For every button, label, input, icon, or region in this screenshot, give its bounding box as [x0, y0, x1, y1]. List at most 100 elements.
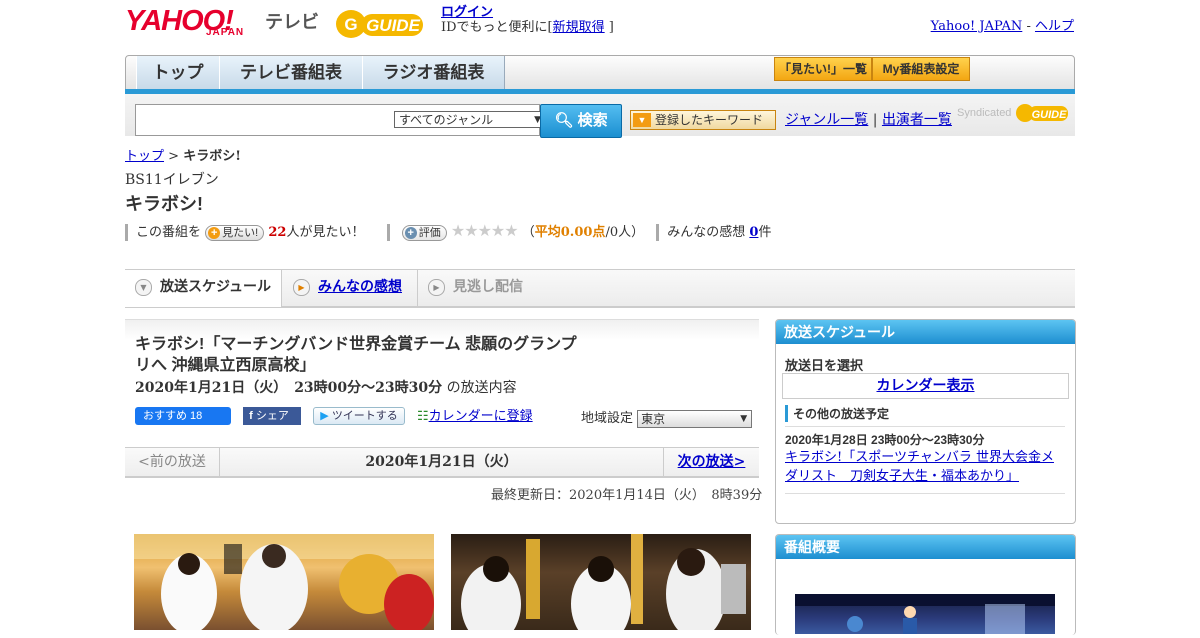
- channel-name: BS11イレブン: [125, 172, 219, 188]
- gguide-small-logo: GUIDE: [1015, 104, 1068, 122]
- region-select[interactable]: 東京 ▼: [637, 409, 753, 428]
- login-block: ログイン IDでもっと便利に[新規取得 ]: [441, 5, 614, 35]
- nav-tab-top[interactable]: トップ: [136, 56, 220, 90]
- stats-divider: [656, 224, 660, 241]
- prev-broadcast[interactable]: <前の放送: [125, 448, 220, 476]
- episode-panel: キラボシ!「マーチングバンド世界金賞チーム 悲願のグランプリへ 沖縄県立西原高校…: [125, 319, 759, 444]
- rating-people: /0人）: [605, 225, 645, 240]
- stats-divider: [386, 224, 390, 241]
- rate-label: 評価: [418, 226, 441, 239]
- tab-schedule-label: 放送スケジュール: [159, 279, 272, 295]
- mitai-count-suffix: 人が見たい！: [286, 225, 365, 240]
- plus-icon: +: [404, 226, 417, 239]
- tab-missed[interactable]: ▶ 見逃し配信: [417, 270, 548, 306]
- impressions-suffix: 件: [758, 225, 772, 240]
- arrow-down-icon: ▼: [633, 113, 651, 127]
- overview-image: [795, 594, 1055, 634]
- divider: [785, 493, 1065, 494]
- other-broadcast-time: 2020年1月28日 23時00分～23時30分: [785, 433, 985, 447]
- yahoo-japan-link[interactable]: Yahoo! JAPAN: [931, 19, 1023, 34]
- twitter-icon: ▶︎: [320, 410, 329, 422]
- mitai-count: 22: [268, 225, 287, 240]
- facebook-share-button[interactable]: f シェア: [243, 407, 302, 425]
- schedule-sidebar: 放送スケジュール 放送日を選択 カレンダー表示 その他の放送予定 2020年1月…: [775, 319, 1076, 524]
- search-links: ジャンル一覧 | 出演者一覧: [785, 109, 952, 129]
- tab-schedule[interactable]: ▼ 放送スケジュール: [125, 270, 282, 307]
- rate-button[interactable]: + 評価: [401, 224, 447, 241]
- tv-label: テレビ: [265, 12, 319, 32]
- breadcrumb-top[interactable]: トップ: [125, 149, 164, 164]
- current-broadcast-date: 2020年1月21日（火）: [365, 454, 518, 470]
- other-broadcast-item: 2020年1月28日 23時00分～23時30分 キラボシ!「スポーツチャンバラ…: [785, 426, 1065, 486]
- syndicated-label: Syndicated GUIDE: [957, 102, 1070, 124]
- next-broadcast[interactable]: 次の放送>: [663, 448, 759, 476]
- region-setting: 地域設定 東京 ▼: [581, 407, 753, 428]
- program-stats: この番組を + 見たい! 22人が見たい！ + 評価 ★★★★★ （平均0.00点/…: [125, 221, 771, 241]
- login-sub-prefix: IDでもっと便利に[: [441, 20, 553, 35]
- tweet-button[interactable]: ▶︎ ツイートする: [313, 407, 405, 425]
- overview-sidebar: 番組概要: [775, 534, 1076, 635]
- top-right-sep: -: [1026, 19, 1031, 34]
- select-date-label: 放送日を選択: [785, 358, 864, 373]
- genre-select[interactable]: すべてのジャンル ▼: [394, 111, 546, 128]
- top-right-links: Yahoo! JAPAN - ヘルプ: [931, 15, 1074, 34]
- login-sub-suffix: ]: [608, 20, 614, 35]
- calendar-icon: ☷: [416, 408, 429, 423]
- mitai-button[interactable]: + 見たい!: [205, 224, 265, 241]
- signup-link[interactable]: 新規取得: [553, 20, 605, 35]
- calendar-display-link[interactable]: カレンダー表示: [877, 378, 975, 394]
- average-rating: 平均0.00点: [534, 225, 606, 240]
- registered-keyword-button[interactable]: ▼ 登録したキーワード: [630, 110, 776, 130]
- schedule-sidebar-head: 放送スケジュール: [776, 320, 1075, 344]
- play-icon: ▶: [428, 278, 445, 296]
- facebook-share-label: シェア: [255, 410, 289, 422]
- nav-tab-tv[interactable]: テレビ番組表: [219, 56, 363, 90]
- yahoo-japan-sublogo: JAPAN: [206, 27, 245, 38]
- facebook-recommend-button[interactable]: おすすめ 18: [135, 407, 231, 425]
- calendar-register-link[interactable]: カレンダーに登録: [429, 408, 533, 423]
- nav-tab-radio[interactable]: ラジオ番組表: [362, 56, 505, 90]
- episode-time-value: 2020年1月21日（火） 23時00分～23時30分: [135, 380, 443, 396]
- stats-divider: [125, 224, 128, 241]
- mitai-list-button[interactable]: 「見たい!」一覧: [774, 57, 872, 81]
- help-link[interactable]: ヘルプ: [1035, 19, 1074, 34]
- mitai-label: 見たい!: [222, 226, 259, 239]
- login-link[interactable]: ログイン: [441, 5, 493, 20]
- search-icon: 🔍︎: [554, 112, 574, 129]
- gguide-text: GUIDE: [366, 16, 421, 35]
- episode-time: 2020年1月21日（火） 23時00分～23時30分 の放送内容: [135, 377, 517, 397]
- performer-list-link[interactable]: 出演者一覧: [882, 112, 952, 128]
- region-value: 東京: [641, 411, 666, 426]
- tab-impressions-label[interactable]: みんなの感想: [318, 279, 402, 295]
- breadcrumb-current: キラボシ!: [183, 149, 241, 164]
- chevron-down-icon: ▼: [134, 278, 152, 296]
- social-buttons: おすすめ 18 f シェア ▶︎ ツイートする ☷カレンダーに登録: [135, 407, 541, 425]
- region-label: 地域設定: [581, 411, 634, 426]
- play-icon: ▶: [293, 278, 310, 296]
- calendar-register[interactable]: ☷カレンダーに登録: [417, 407, 533, 425]
- avg-open: （: [521, 225, 535, 240]
- tab-impressions[interactable]: ▶ みんなの感想: [293, 270, 413, 306]
- my-schedule-button[interactable]: My番組表設定: [872, 57, 970, 81]
- search-button-label: 検索: [577, 112, 608, 129]
- chevron-down-icon: ▼: [740, 413, 748, 424]
- episode-nav: <前の放送 2020年1月21日（火） 次の放送>: [125, 447, 759, 478]
- other-broadcast-title[interactable]: キラボシ!「スポーツチャンバラ 世界大会金メダリスト 刀剣女子大生・福本あかり」: [785, 450, 1054, 484]
- search-input[interactable]: すべてのジャンル ▼: [135, 104, 546, 136]
- registered-keyword-label: 登録したキーワード: [655, 113, 764, 127]
- search-button[interactable]: 🔍︎ 検索: [540, 104, 622, 138]
- breadcrumb: トップ > キラボシ!: [125, 145, 241, 164]
- tweet-label: ツイートする: [331, 410, 398, 422]
- page-title: キラボシ!: [125, 194, 203, 214]
- episode-title: キラボシ!「マーチングバンド世界金賞チーム 悲願のグランプリへ 沖縄県立西原高校…: [135, 336, 577, 374]
- svg-text:G: G: [344, 15, 357, 34]
- gguide-small-text: GUIDE: [1031, 109, 1067, 121]
- calendar-display-button[interactable]: カレンダー表示: [782, 373, 1069, 399]
- page-tabs: ▼ 放送スケジュール ▶ みんなの感想 ▶ 見逃し配信: [125, 269, 1075, 308]
- next-broadcast-link[interactable]: 次の放送>: [678, 454, 746, 470]
- impressions-label: みんなの感想: [667, 225, 746, 240]
- overview-sidebar-head: 番組概要: [776, 535, 1075, 559]
- genre-list-link[interactable]: ジャンル一覧: [785, 112, 868, 128]
- episode-photo-1: [134, 534, 434, 630]
- tab-missed-label: 見逃し配信: [453, 279, 523, 295]
